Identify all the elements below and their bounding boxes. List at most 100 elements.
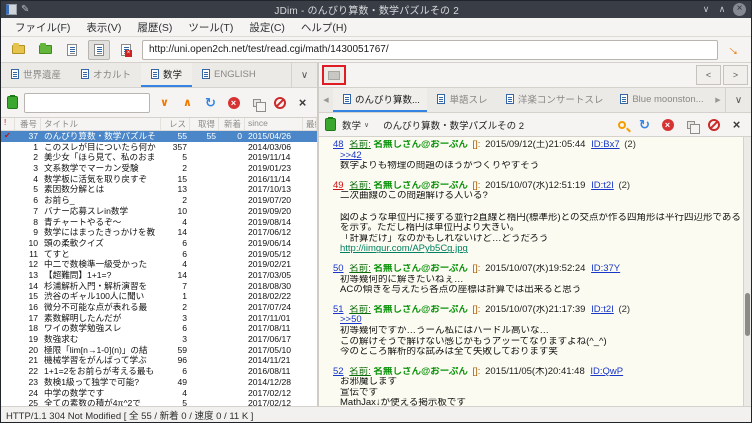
thread-list-row[interactable]: 1 このスレが目についたら何か 357 2014/03/06	[1, 142, 317, 153]
thread-list-row[interactable]: 25 全ての素数の積が4π^2で 5 2017/02/12	[1, 398, 317, 406]
post-name-label[interactable]: 名前:	[349, 367, 371, 377]
thread-tab[interactable]: 単語スレ	[427, 88, 495, 112]
post-number-link[interactable]: 52	[333, 367, 344, 377]
board-tab[interactable]: 数学	[141, 63, 193, 87]
board-tab[interactable]: ENGLISH	[192, 63, 266, 87]
search-up-button[interactable]: ∧	[179, 94, 196, 111]
post-number-link[interactable]: 48	[333, 140, 344, 150]
post-author[interactable]: 名無しさん@おーぷん	[374, 367, 468, 377]
thread-list-row[interactable]: 16 微分不可能な点が表れる最 2 2017/07/24	[1, 302, 317, 313]
thread-list-row[interactable]: 7 バナー応募スレin数学 10 2019/09/20	[1, 206, 317, 217]
post-line[interactable]	[340, 202, 741, 213]
thread-list-row[interactable]: 20 極限「lim[n→1-0](n)」の結 59 2017/05/10	[1, 345, 317, 356]
post-name-label[interactable]: 名前:	[349, 305, 371, 315]
menu-item[interactable]: 設定(C)	[241, 18, 293, 37]
post-author[interactable]: 名無しさん@おーぷん	[374, 305, 468, 315]
board-tab[interactable]: オカルト	[71, 63, 141, 87]
thread-view-button[interactable]	[88, 39, 110, 60]
thread-list-row[interactable]: 24 中学の数学です 4 2017/02/12	[1, 388, 317, 399]
menu-item[interactable]: 表示(V)	[78, 18, 129, 37]
close-pane-button[interactable]: ×	[294, 94, 311, 111]
maximize-button[interactable]: ∧	[714, 4, 730, 15]
thread-tab[interactable]: Blue moonston...	[610, 88, 711, 112]
scrollbar-thumb[interactable]	[745, 293, 750, 337]
thread-list-row[interactable]: 9 数学にはまったきっかけを教 14 2017/06/12	[1, 227, 317, 238]
thread-list-row[interactable]: 19 数強求む 3 2017/06/17	[1, 334, 317, 345]
post-number-link[interactable]: 49	[333, 181, 344, 191]
thread-list-row[interactable]: ✔ 37 のんびり算数・数学パズルそ 55 55 0 2015/04/26	[1, 131, 317, 142]
copy-thread-button[interactable]	[682, 116, 700, 134]
thread-tab[interactable]: 洋楽コンサートスレ	[496, 88, 610, 112]
board-tab-overflow-button[interactable]: ∨	[291, 63, 317, 87]
menu-item[interactable]: ツール(T)	[180, 18, 241, 37]
post-line[interactable]: 「計算だけ」なのかもしれないけど…どうだろう	[340, 234, 741, 245]
copy-button[interactable]	[248, 94, 266, 112]
shade-button[interactable]: ∨	[698, 4, 714, 15]
thread-list-row[interactable]: 21 機械学習をがんばって学ぶ 96 2014/11/21	[1, 355, 317, 366]
menu-item[interactable]: ファイル(F)	[7, 18, 78, 37]
thread-list-row[interactable]: 15 渋谷のギャル100人に聞い 1 2018/02/22	[1, 291, 317, 302]
post-name-label[interactable]: 名前:	[349, 181, 371, 191]
image-toggle-button[interactable]	[322, 65, 346, 85]
board-view-button[interactable]	[61, 40, 83, 60]
thread-list-row[interactable]: 11 てすと 6 2019/05/12	[1, 249, 317, 260]
post-name-label[interactable]: 名前:	[349, 140, 371, 150]
post-author[interactable]: 名無しさん@おーぷん	[374, 140, 468, 150]
search-thread-button[interactable]	[613, 116, 630, 133]
column-since[interactable]: since	[245, 118, 303, 130]
open-favorites-button[interactable]	[34, 40, 56, 60]
thread-tab-overflow-button[interactable]: ∨	[725, 88, 751, 112]
post-line[interactable]: この解けそうで解けない感じがもうアッーてなりますよね(^_^)	[340, 337, 741, 348]
close-button[interactable]: ×	[733, 3, 746, 16]
image-view-button[interactable]	[115, 40, 137, 60]
post-id-link[interactable]: ID:QwP	[590, 367, 623, 377]
post-line[interactable]: 初等幾何的に解きたいねぇ…	[340, 275, 741, 286]
thread-list-row[interactable]: 22 1+1=2をお前らが考える最も 6 2016/08/11	[1, 366, 317, 377]
post-id-link[interactable]: ID:37Y	[591, 264, 620, 274]
stop-load-button[interactable]: ×	[225, 94, 242, 111]
thread-list-row[interactable]: 4 数学板に活気を取り戻すぞ 15 2016/11/14	[1, 174, 317, 185]
thread-list-row[interactable]: 23 数検1級って独学で可能? 49 2014/12/28	[1, 377, 317, 388]
column-number[interactable]: 番号	[15, 118, 41, 130]
board-tab[interactable]: 世界遺産	[1, 63, 71, 87]
post-line[interactable]: MathJax↓が使える掲示板です	[340, 398, 741, 406]
post-line[interactable]: を示す。ただし楕円は単位円より大きい。	[340, 223, 741, 234]
post-author[interactable]: 名無しさん@おーぷん	[374, 181, 468, 191]
tab-scroll-right-button[interactable]: ▶	[711, 88, 725, 112]
post-line[interactable]: 二次曲線のこの問題解ける人いる?	[340, 191, 741, 202]
open-board-button[interactable]	[7, 40, 29, 60]
post-line[interactable]: >>50	[340, 315, 741, 326]
thread-scrollbar[interactable]	[743, 137, 751, 406]
post-line[interactable]: ACの傾きを与えたら各点の座標は計算では出来ると思う	[340, 285, 741, 296]
post-line[interactable]: 宣伝です	[340, 388, 741, 399]
post-line[interactable]: 数学よりも物理の問題のほうがつくりやすそう	[340, 161, 741, 172]
abone-thread-button[interactable]	[705, 116, 722, 133]
column-new[interactable]: 新着	[219, 118, 245, 130]
thread-tab[interactable]: のんびり算数...	[333, 88, 428, 112]
post-line[interactable]: お邪魔します	[340, 377, 741, 388]
reload-thread-button[interactable]: ↻	[636, 116, 653, 133]
reload-board-button[interactable]: ↻	[202, 94, 219, 111]
thread-list-row[interactable]: 13 【超難問】1+1=? 14 2017/03/05	[1, 270, 317, 281]
tab-scroll-left-button[interactable]: ◀	[319, 88, 333, 112]
history-forward-button[interactable]: >	[723, 65, 748, 85]
stop-thread-button[interactable]: ×	[659, 116, 676, 133]
thread-list-row[interactable]: 12 中二で数検準一級受かった 4 2019/02/21	[1, 259, 317, 270]
search-down-button[interactable]: ∨	[156, 94, 173, 111]
menu-item[interactable]: ヘルプ(H)	[293, 18, 355, 37]
close-thread-button[interactable]: ×	[728, 116, 745, 133]
post-line[interactable]: http://iimgur.com/APyb5Cg.jpg	[340, 244, 741, 255]
column-res[interactable]: レス	[161, 118, 190, 130]
board-search-input[interactable]	[24, 92, 150, 113]
thread-list-row[interactable]: 10 頭の柔軟クイズ 6 2019/06/14	[1, 238, 317, 249]
menu-item[interactable]: 履歴(S)	[129, 18, 180, 37]
post-line[interactable]: 初等幾何ですか…うーん私にはハードル高いな…	[340, 326, 741, 337]
column-mark[interactable]: !	[1, 118, 15, 130]
column-title[interactable]: タイトル	[41, 118, 161, 130]
thread-list-row[interactable]: 8 青チャートやるぞ〜 4 2019/08/14	[1, 217, 317, 228]
board-select[interactable]: 数学 ∨	[342, 118, 369, 132]
thread-list-row[interactable]: 18 ワイの数学勉強スレ 6 2017/08/11	[1, 323, 317, 334]
thread-list-row[interactable]: 3 文系数学でマーカン受験 2 2019/01/23	[1, 163, 317, 174]
post-line[interactable]: >>42	[340, 151, 741, 162]
column-got[interactable]: 取得	[190, 118, 219, 130]
